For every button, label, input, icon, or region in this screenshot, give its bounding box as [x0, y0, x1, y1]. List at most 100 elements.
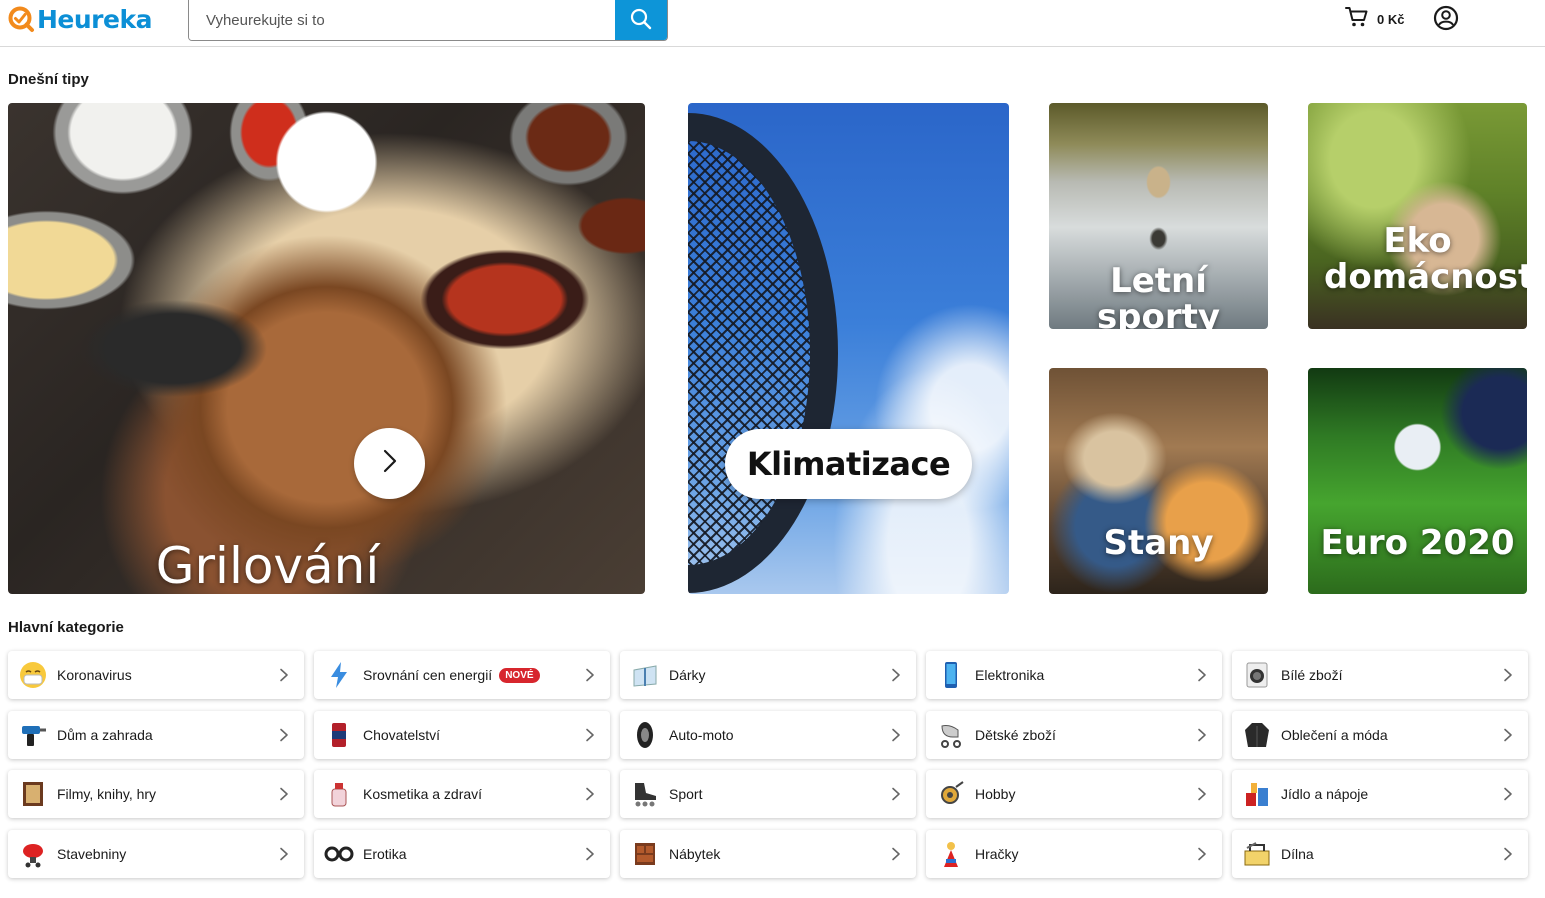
heureka-logo[interactable]: Heureka: [8, 4, 152, 34]
category-elektronika[interactable]: Elektronika: [926, 651, 1222, 699]
category-label: Koronavirus: [57, 667, 132, 683]
inline-skate-icon: [630, 779, 660, 809]
chevron-right-icon: [890, 668, 902, 682]
category-label: Dárky: [669, 667, 706, 683]
tip-label: Grilování: [155, 537, 380, 594]
chevron-right-icon: [1196, 668, 1208, 682]
category-label: Hobby: [975, 786, 1016, 802]
search-icon: [630, 8, 652, 33]
category-chovatelstvi[interactable]: Chovatelství: [314, 711, 610, 759]
tip-tile-grilovani[interactable]: Grilování: [8, 103, 645, 594]
cabinet-icon: [630, 839, 660, 869]
category-label: Kosmetika a zdraví: [363, 786, 483, 802]
category-label: Erotika: [363, 846, 407, 862]
chevron-right-icon: [1196, 847, 1208, 861]
mask-face-icon: [18, 660, 48, 690]
category-darky[interactable]: Dárky: [620, 651, 916, 699]
heureka-logo-icon: [8, 6, 35, 33]
category-filmy-knihy-hry[interactable]: Filmy, knihy, hry: [8, 770, 304, 818]
drill-icon: [18, 720, 48, 750]
stroller-icon: [936, 720, 966, 750]
chevron-right-icon: [584, 668, 596, 682]
category-label: Auto-moto: [669, 727, 734, 743]
category-koronavirus[interactable]: Koronavirus: [8, 651, 304, 699]
tip-label: Euro 2020: [1320, 523, 1515, 563]
categories-section-title: Hlavní kategorie: [8, 619, 124, 636]
tire-icon: [630, 720, 660, 750]
smartphone-icon: [936, 660, 966, 690]
category-label: Dílna: [1281, 846, 1314, 862]
category-label: Stavebniny: [57, 846, 127, 862]
book-icon: [18, 779, 48, 809]
brand-name: Heureka: [37, 4, 152, 34]
chevron-right-icon: [890, 787, 902, 801]
category-bile-zbozi[interactable]: Bílé zboží: [1232, 651, 1528, 699]
chevron-right-icon: [278, 847, 290, 861]
category-nabytek[interactable]: Nábytek: [620, 830, 916, 878]
gift-icon: [630, 660, 660, 690]
cart-amount: 0 Kč: [1377, 12, 1405, 27]
food-drink-icon: [1242, 779, 1272, 809]
category-label: Hračky: [975, 846, 1019, 862]
tip-tile-stany[interactable]: Stany: [1049, 368, 1268, 594]
category-label: Nábytek: [669, 846, 721, 862]
handcuffs-icon: [324, 839, 354, 869]
category-label: Chovatelství: [363, 727, 441, 743]
category-dilna[interactable]: Dílna: [1232, 830, 1528, 878]
fan-image: [688, 113, 838, 593]
tip-label: Letní sporty: [1096, 261, 1221, 329]
jacket-icon: [1242, 720, 1272, 750]
category-kosmetika-a-zdravi[interactable]: Kosmetika a zdraví: [314, 770, 610, 818]
category-label: Dům a zahrada: [57, 727, 153, 743]
new-badge: NOVÉ: [499, 667, 540, 683]
chevron-right-icon: [584, 728, 596, 742]
chevron-right-icon: [890, 728, 902, 742]
tip-tile-euro-2020[interactable]: Euro 2020: [1308, 368, 1527, 594]
search-bar: [188, 0, 668, 41]
chevron-right-icon: [382, 448, 398, 479]
category-srovnani-cen-energii[interactable]: Srovnání cen energií NOVÉ: [314, 651, 610, 699]
cart-button[interactable]: 0 Kč: [1345, 6, 1404, 33]
tips-section-title: Dnešní tipy: [8, 71, 89, 88]
fishing-reel-icon: [936, 779, 966, 809]
category-dum-a-zahrada[interactable]: Dům a zahrada: [8, 711, 304, 759]
category-erotika[interactable]: Erotika: [314, 830, 610, 878]
tip-tile-klimatizace[interactable]: Klimatizace: [688, 103, 1009, 594]
chevron-right-icon: [278, 728, 290, 742]
category-sport[interactable]: Sport: [620, 770, 916, 818]
concrete-mixer-icon: [18, 839, 48, 869]
chevron-right-icon: [1196, 787, 1208, 801]
chevron-right-icon: [584, 787, 596, 801]
chevron-right-icon: [1502, 847, 1514, 861]
tip-tile-eko-domacnost[interactable]: Eko domácnost: [1308, 103, 1527, 329]
chevron-right-icon: [1502, 728, 1514, 742]
chevron-right-icon: [278, 787, 290, 801]
search-input[interactable]: [189, 0, 615, 40]
tip-label: Klimatizace: [725, 429, 972, 499]
chevron-right-icon: [1502, 787, 1514, 801]
washing-machine-icon: [1242, 660, 1272, 690]
cosmetics-icon: [324, 779, 354, 809]
next-arrow-button[interactable]: [354, 428, 425, 499]
tip-tile-letni-sporty[interactable]: Letní sporty: [1049, 103, 1268, 329]
chevron-right-icon: [1502, 668, 1514, 682]
tip-label: Stany: [1103, 523, 1214, 563]
category-stavebniny[interactable]: Stavebniny: [8, 830, 304, 878]
category-label: Oblečení a móda: [1281, 727, 1388, 743]
category-label: Bílé zboží: [1281, 667, 1343, 683]
category-hobby[interactable]: Hobby: [926, 770, 1222, 818]
category-detske-zbozi[interactable]: Dětské zboží: [926, 711, 1222, 759]
user-account-button[interactable]: [1433, 5, 1459, 31]
search-button[interactable]: [615, 0, 667, 40]
category-hracky[interactable]: Hračky: [926, 830, 1222, 878]
category-obleceni-a-moda[interactable]: Oblečení a móda: [1232, 711, 1528, 759]
cart-icon: [1345, 6, 1369, 33]
category-jidlo-a-napoje[interactable]: Jídlo a nápoje: [1232, 770, 1528, 818]
category-label: Filmy, knihy, hry: [57, 786, 157, 802]
chevron-right-icon: [1196, 728, 1208, 742]
chevron-right-icon: [278, 668, 290, 682]
user-icon: [1433, 5, 1459, 35]
category-auto-moto[interactable]: Auto-moto: [620, 711, 916, 759]
site-header: Heureka 0 Kč: [0, 0, 1545, 47]
category-label: Dětské zboží: [975, 727, 1056, 743]
